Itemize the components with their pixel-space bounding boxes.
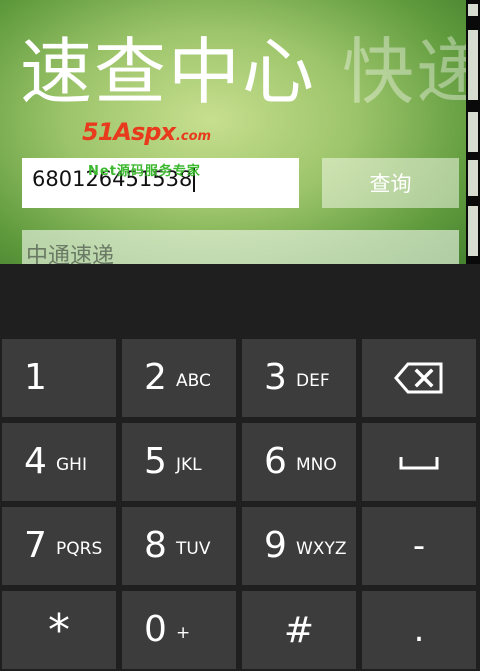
key-3[interactable]: 3 DEF: [242, 339, 356, 417]
dash-key[interactable]: -: [362, 507, 476, 585]
key-2-letters: ABC: [176, 371, 211, 391]
key-star-symbol: *: [48, 604, 70, 656]
key-0-plus: +: [176, 623, 191, 643]
dot-key[interactable]: .: [362, 591, 476, 669]
key-5-letters: JKL: [176, 455, 202, 475]
page-title: 速查中心 快递: [20, 30, 480, 114]
key-7-digit: 7: [24, 525, 47, 566]
watermark-subtitle: Net源码服务专家: [88, 164, 201, 179]
key-hash[interactable]: #: [242, 591, 356, 669]
key-8-digit: 8: [144, 525, 167, 566]
key-2-digit: 2: [144, 357, 167, 398]
key-7[interactable]: 7 PQRS: [2, 507, 116, 585]
key-4-letters: GHI: [56, 455, 87, 475]
key-6[interactable]: 6 MNO: [242, 423, 356, 501]
key-5-digit: 5: [144, 441, 167, 482]
courier-select[interactable]: 中通速递: [22, 230, 459, 264]
pivot-header-next[interactable]: 快递: [342, 30, 480, 114]
query-button[interactable]: 查询: [322, 158, 459, 208]
debug-counter-strip: [466, 0, 480, 264]
key-3-digit: 3: [264, 357, 287, 398]
dot-key-label: .: [413, 610, 425, 650]
watermark-logo-text: 51Aspx: [82, 118, 176, 146]
key-1-digit: 1: [24, 357, 47, 398]
key-2[interactable]: 2 ABC: [122, 339, 236, 417]
key-4-digit: 4: [24, 441, 47, 482]
key-1[interactable]: 1: [2, 339, 116, 417]
key-9[interactable]: 9 WXYZ: [242, 507, 356, 585]
dash-key-label: -: [412, 526, 426, 566]
space-key[interactable]: [362, 423, 476, 501]
key-3-letters: DEF: [296, 371, 330, 391]
key-9-digit: 9: [264, 525, 287, 566]
key-hash-symbol: #: [283, 609, 315, 651]
watermark-logo-suffix: .com: [175, 129, 212, 144]
key-6-letters: MNO: [296, 455, 337, 475]
key-7-letters: PQRS: [56, 539, 103, 559]
backspace-icon: [362, 339, 476, 417]
numeric-keyboard: 1 2 ABC 3 DEF 4 GHI 5 JKL 6 MNO 7 PQRS 8…: [0, 264, 480, 671]
pivot-header-current[interactable]: 速查中心: [20, 30, 316, 114]
key-6-digit: 6: [264, 441, 287, 482]
watermark-logo: 51Aspx.com: [82, 118, 211, 146]
key-9-letters: WXYZ: [296, 539, 347, 559]
app-page: 速查中心 快递 680126451538 查询 中通速递 51Aspx.com N…: [0, 0, 480, 264]
key-star[interactable]: *: [2, 591, 116, 669]
key-8[interactable]: 8 TUV: [122, 507, 236, 585]
key-4[interactable]: 4 GHI: [2, 423, 116, 501]
key-5[interactable]: 5 JKL: [122, 423, 236, 501]
space-icon: [362, 423, 476, 501]
key-0-digit: 0: [144, 609, 167, 650]
key-0[interactable]: 0 +: [122, 591, 236, 669]
key-8-letters: TUV: [176, 539, 211, 559]
backspace-key[interactable]: [362, 339, 476, 417]
